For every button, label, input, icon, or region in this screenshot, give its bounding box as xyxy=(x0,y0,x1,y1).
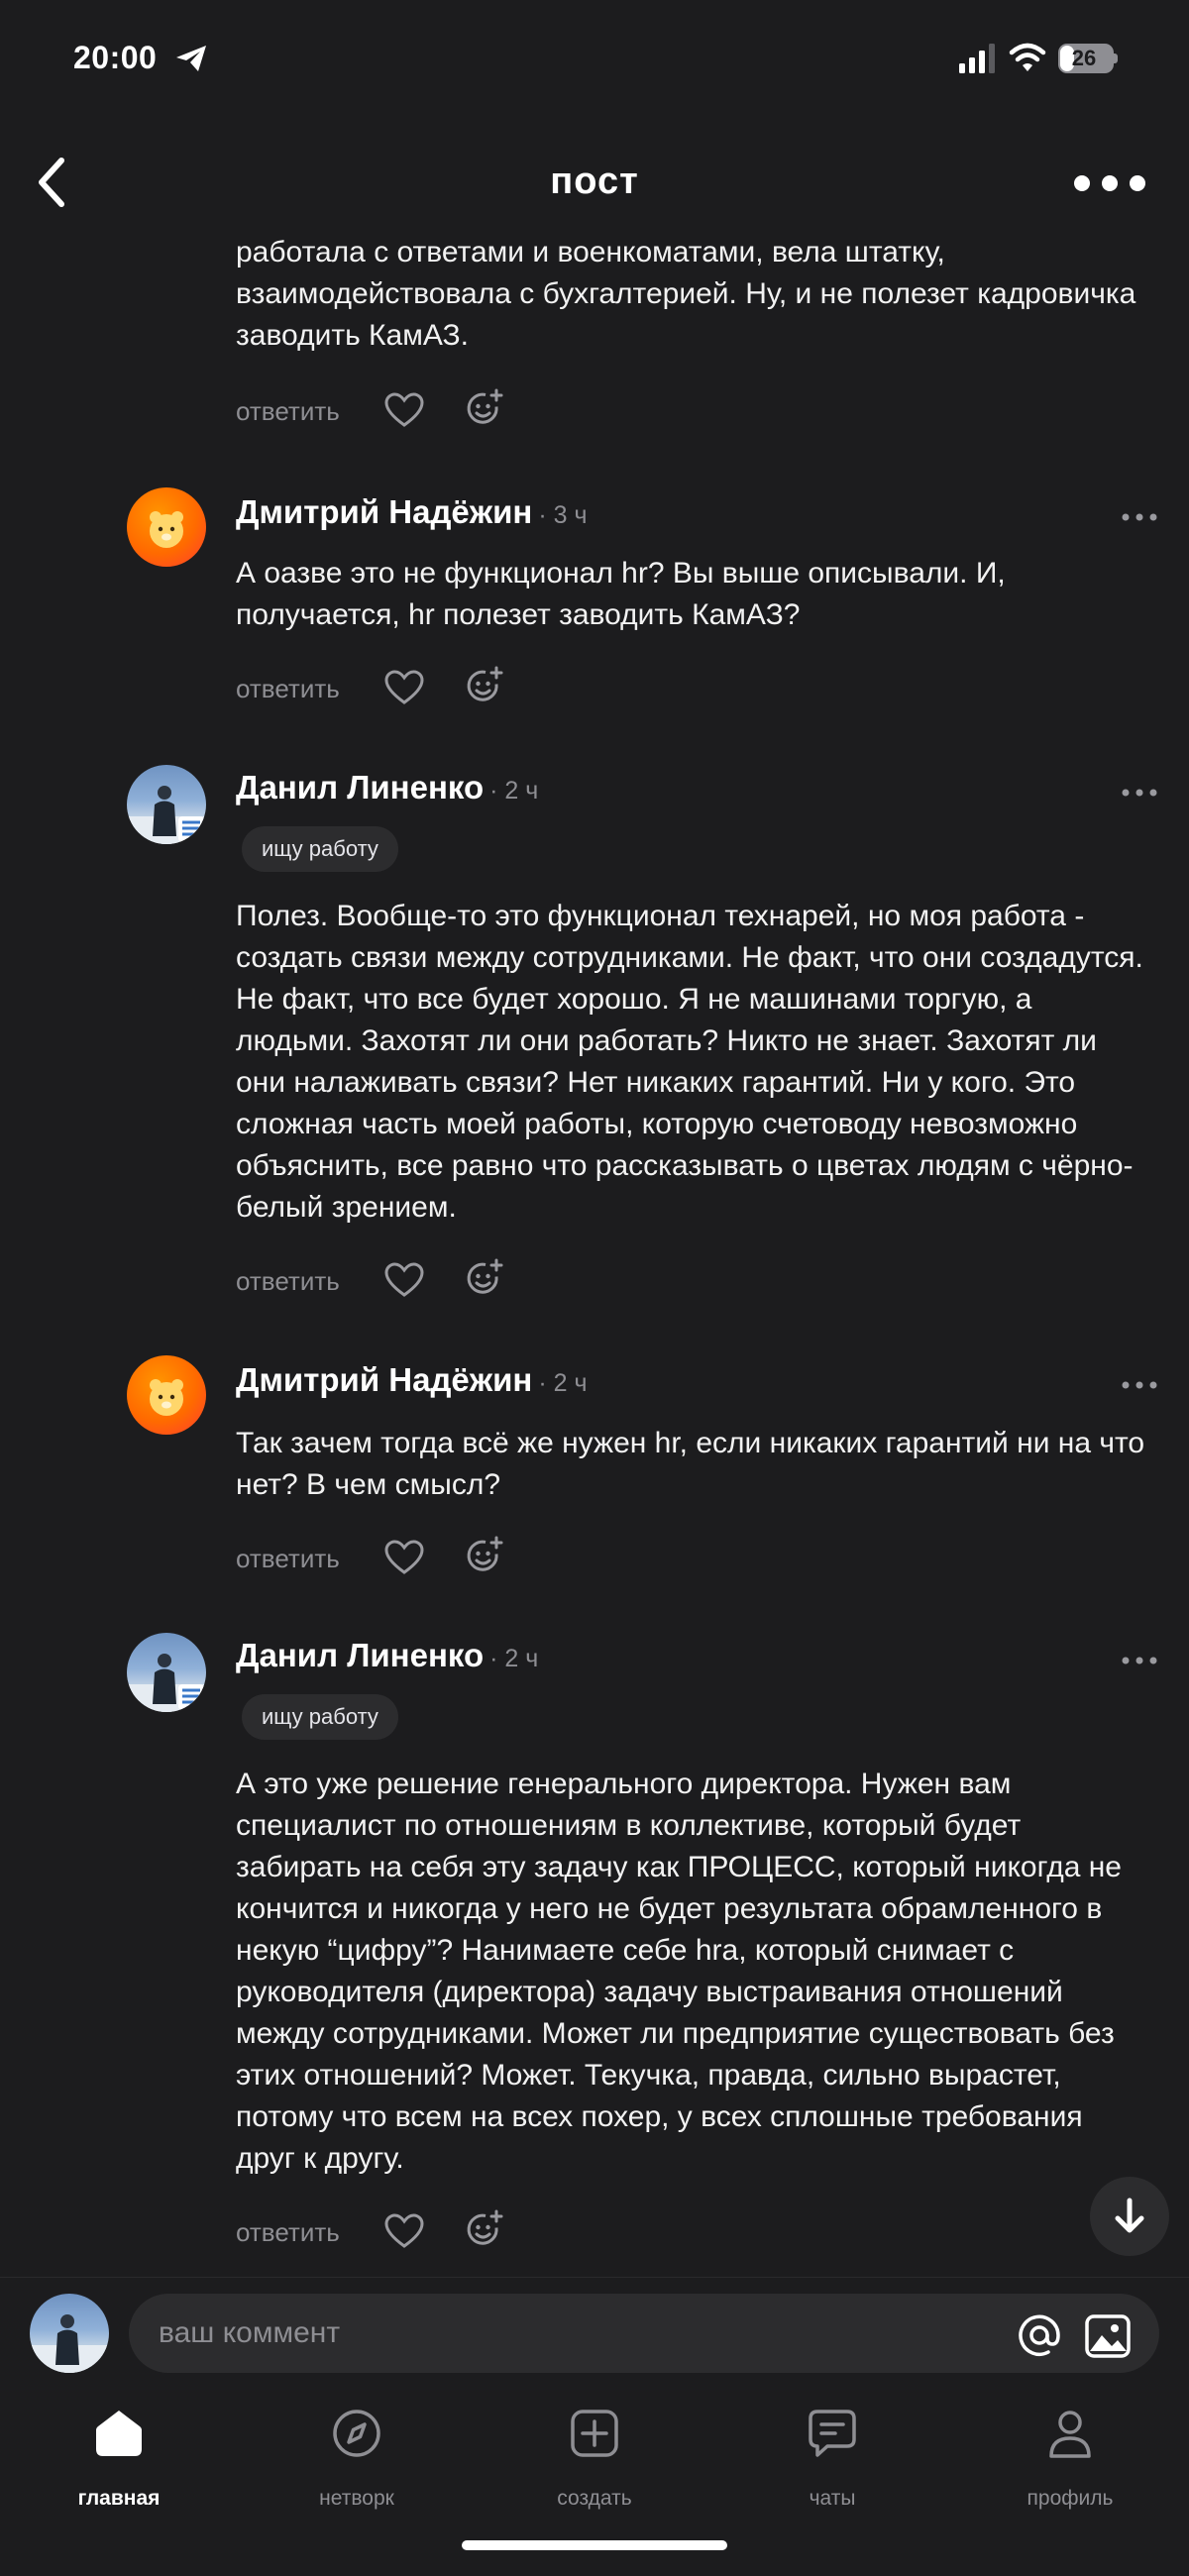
reply-button[interactable]: ответить xyxy=(236,2217,340,2248)
comment-text: А оазве это не функционал hr? Вы выше оп… xyxy=(236,557,1006,631)
comment-text: работала с ответами и военкоматами, вела… xyxy=(236,236,1136,352)
home-indicator xyxy=(462,2540,727,2550)
tab-label: чаты xyxy=(809,2487,856,2510)
home-icon xyxy=(96,2411,142,2456)
image-icon[interactable] xyxy=(1084,2313,1132,2359)
tab-label: профиль xyxy=(1027,2487,1114,2510)
comment-text: Так зачем тогда всё же нужен hr, если ни… xyxy=(236,1427,1145,1501)
comment-actions: ответить xyxy=(236,2205,533,2257)
comment-author[interactable]: Дмитрий Надёжин · 2 ч xyxy=(236,1361,588,1399)
mention-icon[interactable] xyxy=(1015,2313,1064,2357)
comment-time: · 2 ч xyxy=(489,777,539,805)
comment-author[interactable]: Данил Линенко · 2 ч xyxy=(236,1637,538,1674)
hamster-avatar-icon xyxy=(150,1379,183,1416)
add-reaction-icon[interactable] xyxy=(464,388,503,428)
person-photo-icon xyxy=(127,1654,206,1712)
battery-level: 26 xyxy=(1071,46,1097,70)
heart-icon[interactable] xyxy=(384,1540,424,1575)
comment-more-icon[interactable] xyxy=(1120,1651,1159,1670)
person-photo-icon xyxy=(30,2314,109,2373)
heart-icon[interactable] xyxy=(384,1262,424,1298)
scroll-down-button[interactable] xyxy=(1090,2177,1169,2256)
comment-text: А это уже решение генерального директора… xyxy=(236,1768,1122,2175)
reply-button[interactable]: ответить xyxy=(236,1266,340,1297)
heart-icon[interactable] xyxy=(384,392,424,428)
comment-actions: ответить xyxy=(236,1532,533,1583)
profile-icon xyxy=(1049,2411,1091,2458)
tab-home[interactable]: главная xyxy=(20,2408,218,2517)
tab-label: создать xyxy=(557,2487,632,2510)
tab-label: нетворк xyxy=(319,2487,394,2510)
wifi-icon xyxy=(1009,43,1046,71)
person-photo-icon xyxy=(127,786,206,844)
add-reaction-icon[interactable] xyxy=(464,1258,503,1298)
heart-icon[interactable] xyxy=(384,2213,424,2249)
comments-feed: работала с ответами и военкоматами, вела… xyxy=(0,228,1189,2277)
page-title: пост xyxy=(550,161,639,202)
comment-actions: ответить xyxy=(236,1254,533,1306)
author-name[interactable]: Данил Линенко xyxy=(236,769,484,805)
comment-time: · 3 ч xyxy=(538,501,588,529)
chat-icon xyxy=(809,2410,856,2457)
plus-square-icon xyxy=(571,2410,618,2457)
more-icon[interactable] xyxy=(1070,168,1149,198)
comment-time: · 2 ч xyxy=(538,1369,588,1397)
avatar[interactable] xyxy=(127,765,206,844)
comment-bar xyxy=(0,2277,1189,2386)
comment-actions: ответить xyxy=(236,662,533,713)
tab-profile[interactable]: профиль xyxy=(971,2408,1169,2517)
comment-author[interactable]: Данил Линенко · 2 ч xyxy=(236,769,538,806)
comment-author[interactable]: Дмитрий Надёжин · 3 ч xyxy=(236,493,588,531)
add-reaction-icon[interactable] xyxy=(464,1536,503,1575)
telegram-icon xyxy=(176,46,206,71)
status-bar: 20:00 26 xyxy=(0,0,1189,119)
tab-network[interactable]: нетворк xyxy=(258,2408,456,2517)
comment-input[interactable] xyxy=(129,2294,1159,2373)
reply-button[interactable]: ответить xyxy=(236,1544,340,1574)
tab-chats[interactable]: чаты xyxy=(733,2408,931,2517)
signal-icon xyxy=(959,44,995,73)
reply-button[interactable]: ответить xyxy=(236,674,340,704)
comment-more-icon[interactable] xyxy=(1120,1375,1159,1395)
status-time: 20:00 xyxy=(73,40,158,75)
comment-time: · 2 ч xyxy=(489,1645,539,1672)
avatar[interactable] xyxy=(127,1633,206,1712)
reply-button[interactable]: ответить xyxy=(236,396,340,427)
battery-icon: 26 xyxy=(1058,44,1114,73)
status-badge: ищу работу xyxy=(242,1694,398,1740)
author-name[interactable]: Дмитрий Надёжин xyxy=(236,1361,532,1398)
tab-label: главная xyxy=(77,2487,161,2510)
comment-more-icon[interactable] xyxy=(1120,783,1159,803)
nav-bar: пост xyxy=(0,139,1189,228)
status-badge: ищу работу xyxy=(242,826,398,872)
tab-create[interactable]: создать xyxy=(495,2408,694,2517)
avatar[interactable] xyxy=(127,1355,206,1435)
compass-icon xyxy=(333,2410,380,2457)
author-name[interactable]: Дмитрий Надёжин xyxy=(236,493,532,530)
comment-more-icon[interactable] xyxy=(1120,507,1159,527)
add-reaction-icon[interactable] xyxy=(464,2209,503,2249)
add-reaction-icon[interactable] xyxy=(464,666,503,705)
comment-text: Полез. Вообще-то это функционал технарей… xyxy=(236,900,1143,1224)
hamster-avatar-icon xyxy=(150,511,183,548)
comment-actions: ответить xyxy=(236,384,533,436)
avatar[interactable] xyxy=(127,487,206,567)
battery-cap xyxy=(1114,54,1118,63)
arrow-down-icon xyxy=(1115,2198,1144,2233)
heart-icon[interactable] xyxy=(384,670,424,705)
avatar[interactable] xyxy=(30,2294,109,2373)
author-name[interactable]: Данил Линенко xyxy=(236,1637,484,1673)
